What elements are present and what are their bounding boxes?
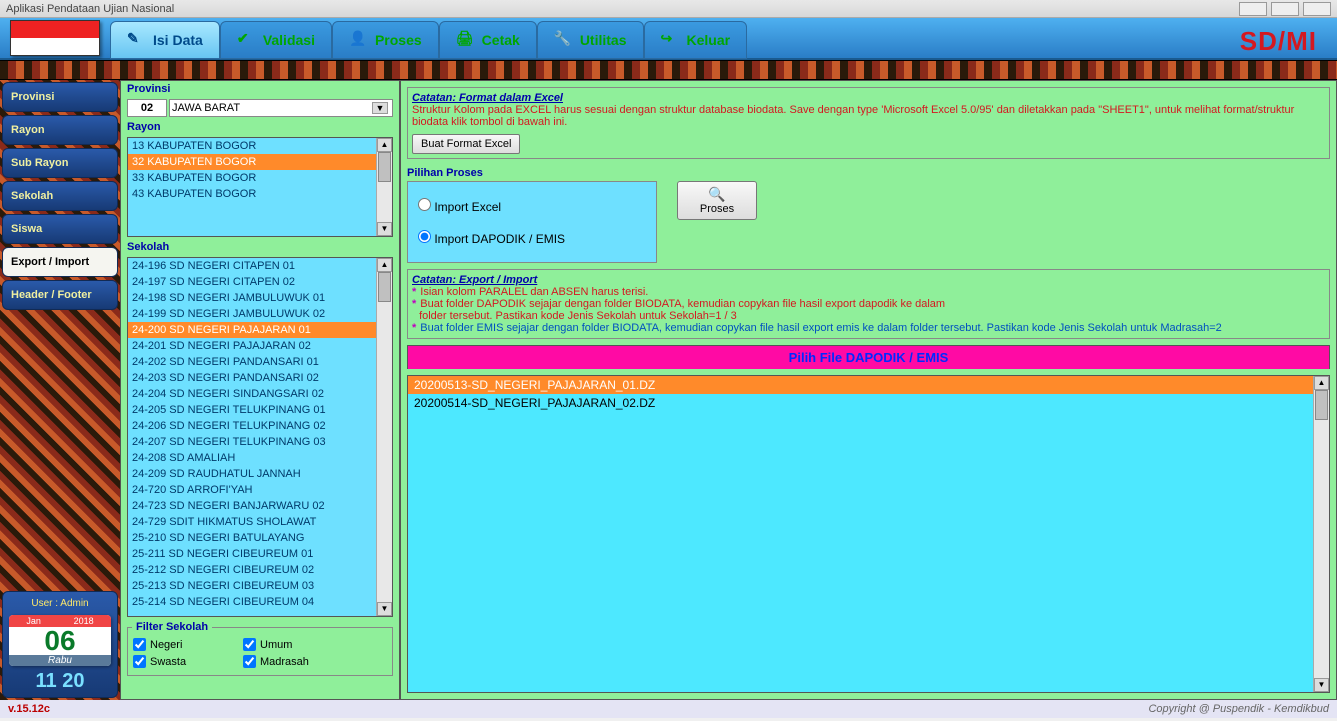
nav-provinsi[interactable]: Provinsi <box>2 82 118 112</box>
sidebar: ProvinsiRayonSub RayonSekolahSiswaExport… <box>0 80 120 700</box>
nav-rayon[interactable]: Rayon <box>2 115 118 145</box>
nav-export-import[interactable]: Export / Import <box>2 247 118 277</box>
provinsi-select[interactable]: JAWA BARAT <box>169 99 393 117</box>
scrollbar[interactable]: ▲▼ <box>1313 376 1329 692</box>
copyright-label: Copyright @ Puspendik - Kemdikbud <box>1148 703 1329 715</box>
printer-icon: 🖨 <box>456 30 476 50</box>
user-card: User : Admin Jan2018 06 Rabu 11 20 <box>2 591 118 698</box>
file-listbox[interactable]: 20200513-SD_NEGERI_PAJAJARAN_01.DZ202005… <box>407 375 1330 693</box>
title-bar: Aplikasi Pendataan Ujian Nasional <box>0 0 1337 18</box>
nav-sub-rayon[interactable]: Sub Rayon <box>2 148 118 178</box>
user-icon: 👤 <box>349 30 369 50</box>
brand-label: SD/MI <box>1240 26 1317 57</box>
tab-keluar[interactable]: ↪Keluar <box>644 21 748 59</box>
tab-isi-data[interactable]: ✎Isi Data <box>110 21 220 59</box>
file-item[interactable]: 20200513-SD_NEGERI_PAJAJARAN_01.DZ <box>408 376 1329 394</box>
filter-negeri[interactable]: Negeri <box>132 637 242 652</box>
file-item[interactable]: 20200514-SD_NEGERI_PAJAJARAN_02.DZ <box>408 394 1329 412</box>
sekolah-item[interactable]: 24-201 SD NEGERI PAJAJARAN 02 <box>128 338 392 354</box>
sekolah-item[interactable]: 24-209 SD RAUDHATUL JANNAH <box>128 466 392 482</box>
top-toolbar: ✎Isi Data ✔Validasi 👤Proses 🖨Cetak 🔧Util… <box>0 18 1337 60</box>
filter-swasta[interactable]: Swasta <box>132 654 242 669</box>
sekolah-item[interactable]: 25-211 SD NEGERI CIBEUREUM 01 <box>128 546 392 562</box>
export-import-title: Catatan: Export / Import <box>412 274 1325 286</box>
file-list-header: Pilih File DAPODIK / EMIS <box>407 345 1330 369</box>
sekolah-item[interactable]: 24-197 SD NEGERI CITAPEN 02 <box>128 274 392 290</box>
user-label: User : Admin <box>7 596 113 611</box>
provinsi-code-input[interactable]: 02 <box>127 99 167 117</box>
pencil-icon: ✎ <box>127 30 147 50</box>
sekolah-item[interactable]: 24-723 SD NEGERI BANJARWARU 02 <box>128 498 392 514</box>
filter-madrasah[interactable]: Madrasah <box>242 654 352 669</box>
radio-import-dapodik[interactable]: Import DAPODIK / EMIS <box>416 222 648 254</box>
sekolah-item[interactable]: 25-210 SD NEGERI BATULAYANG <box>128 530 392 546</box>
sekolah-listbox[interactable]: 24-196 SD NEGERI CITAPEN 0124-197 SD NEG… <box>127 257 393 617</box>
nav-sekolah[interactable]: Sekolah <box>2 181 118 211</box>
sekolah-item[interactable]: 24-203 SD NEGERI PANDANSARI 02 <box>128 370 392 386</box>
provinsi-label: Provinsi <box>121 81 399 97</box>
content-panel: Catatan: Format dalam Excel Struktur Kol… <box>400 80 1337 700</box>
sekolah-item[interactable]: 24-206 SD NEGERI TELUKPINANG 02 <box>128 418 392 434</box>
filter-sekolah-group: Filter Sekolah Negeri Umum Swasta Madras… <box>127 621 393 676</box>
clock: 11 20 <box>7 670 113 693</box>
selector-column: Provinsi 02 JAWA BARAT Rayon 13 KABUPATE… <box>120 80 400 700</box>
excel-note-text: Struktur Kolom pada EXCEL harus sesuai d… <box>412 104 1325 128</box>
tab-validasi[interactable]: ✔Validasi <box>220 21 332 59</box>
tab-cetak[interactable]: 🖨Cetak <box>439 21 537 59</box>
scrollbar[interactable]: ▲▼ <box>376 258 392 616</box>
sekolah-item[interactable]: 24-202 SD NEGERI PANDANSARI 01 <box>128 354 392 370</box>
wrench-icon: 🔧 <box>554 30 574 50</box>
rayon-item[interactable]: 33 KABUPATEN BOGOR <box>128 170 392 186</box>
sekolah-item[interactable]: 25-212 SD NEGERI CIBEUREUM 02 <box>128 562 392 578</box>
radio-import-excel[interactable]: Import Excel <box>416 190 648 222</box>
sekolah-item[interactable]: 24-204 SD NEGERI SINDANGSARI 02 <box>128 386 392 402</box>
status-bar: v.15.12c Copyright @ Puspendik - Kemdikb… <box>0 700 1337 718</box>
sekolah-item[interactable]: 24-200 SD NEGERI PAJAJARAN 01 <box>128 322 392 338</box>
minimize-icon[interactable] <box>1239 2 1267 16</box>
sekolah-item[interactable]: 24-199 SD NEGERI JAMBULUWUK 02 <box>128 306 392 322</box>
import-options-panel: Import Excel Import DAPODIK / EMIS <box>407 181 657 263</box>
sekolah-item[interactable]: 24-207 SD NEGERI TELUKPINANG 03 <box>128 434 392 450</box>
flag-icon <box>10 20 100 56</box>
validate-icon: ✔ <box>237 30 257 50</box>
window-title: Aplikasi Pendataan Ujian Nasional <box>6 3 174 15</box>
sekolah-item[interactable]: 24-208 SD AMALIAH <box>128 450 392 466</box>
sekolah-item[interactable]: 24-196 SD NEGERI CITAPEN 01 <box>128 258 392 274</box>
sekolah-item[interactable]: 24-729 SDIT HIKMATUS SHOLAWAT <box>128 514 392 530</box>
proses-button[interactable]: 🔍 Proses <box>677 181 757 220</box>
exit-icon: ↪ <box>661 30 681 50</box>
nav-siswa[interactable]: Siswa <box>2 214 118 244</box>
tab-proses[interactable]: 👤Proses <box>332 21 439 59</box>
rayon-listbox[interactable]: 13 KABUPATEN BOGOR32 KABUPATEN BOGOR33 K… <box>127 137 393 237</box>
export-import-notes: Catatan: Export / Import *Isian kolom PA… <box>407 269 1330 339</box>
pilihan-proses-label: Pilihan Proses <box>407 165 1330 181</box>
close-icon[interactable] <box>1303 2 1331 16</box>
sekolah-item[interactable]: 24-720 SD ARROFI'YAH <box>128 482 392 498</box>
rayon-item[interactable]: 43 KABUPATEN BOGOR <box>128 186 392 202</box>
excel-note-title: Catatan: Format dalam Excel <box>412 92 1325 104</box>
sekolah-item[interactable]: 25-213 SD NEGERI CIBEUREUM 03 <box>128 578 392 594</box>
calendar-widget: Jan2018 06 Rabu <box>9 615 111 666</box>
rayon-item[interactable]: 13 KABUPATEN BOGOR <box>128 138 392 154</box>
process-icon: 🔍 <box>682 186 752 203</box>
maximize-icon[interactable] <box>1271 2 1299 16</box>
tab-utilitas[interactable]: 🔧Utilitas <box>537 21 644 59</box>
batik-divider <box>0 60 1337 80</box>
scrollbar[interactable]: ▲▼ <box>376 138 392 236</box>
sekolah-item[interactable]: 24-205 SD NEGERI TELUKPINANG 01 <box>128 402 392 418</box>
sekolah-label: Sekolah <box>121 239 399 255</box>
version-label: v.15.12c <box>8 703 50 715</box>
excel-note-box: Catatan: Format dalam Excel Struktur Kol… <box>407 87 1330 159</box>
rayon-item[interactable]: 32 KABUPATEN BOGOR <box>128 154 392 170</box>
sekolah-item[interactable]: 25-214 SD NEGERI CIBEUREUM 04 <box>128 594 392 610</box>
rayon-label: Rayon <box>121 119 399 135</box>
sekolah-item[interactable]: 24-198 SD NEGERI JAMBULUWUK 01 <box>128 290 392 306</box>
filter-umum[interactable]: Umum <box>242 637 352 652</box>
nav-header-footer[interactable]: Header / Footer <box>2 280 118 310</box>
buat-format-excel-button[interactable]: Buat Format Excel <box>412 134 520 154</box>
